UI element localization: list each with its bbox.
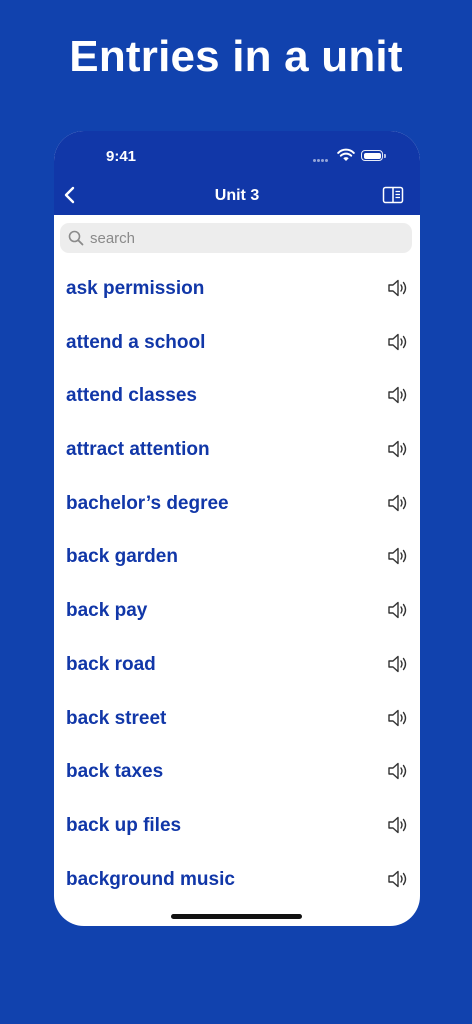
entry-list: ask permission attend a school attend cl… — [54, 263, 420, 907]
navigation-bar: 9:41 Unit 3 — [54, 131, 420, 215]
list-item[interactable]: back street — [54, 693, 420, 747]
entry-label: back garden — [66, 546, 178, 568]
entry-label: back road — [66, 653, 156, 675]
speaker-icon[interactable] — [387, 707, 409, 729]
entry-label: back up files — [66, 814, 182, 836]
list-item[interactable]: back taxes — [54, 746, 420, 800]
search-bar[interactable] — [60, 223, 412, 253]
list-item[interactable]: background music — [54, 854, 420, 908]
list-item[interactable]: attract attention — [54, 424, 420, 478]
speaker-icon[interactable] — [387, 868, 409, 890]
list-item[interactable]: back pay — [54, 585, 420, 639]
search-input[interactable] — [90, 223, 400, 253]
phone-screen: 9:41 Unit 3 ask permission — [54, 131, 420, 926]
speaker-icon[interactable] — [387, 331, 409, 353]
entry-label: back pay — [66, 600, 148, 622]
search-icon — [68, 230, 84, 246]
home-indicator[interactable] — [171, 914, 302, 919]
list-item[interactable]: back road — [54, 639, 420, 693]
list-item[interactable]: back garden — [54, 531, 420, 585]
entry-label: attend classes — [66, 385, 197, 407]
speaker-icon[interactable] — [387, 545, 409, 567]
speaker-icon[interactable] — [387, 760, 409, 782]
entry-label: ask permission — [66, 278, 205, 299]
list-item[interactable]: attend classes — [54, 370, 420, 424]
speaker-icon[interactable] — [387, 814, 409, 836]
battery-icon — [361, 150, 386, 161]
entry-label: bachelor’s degree — [66, 492, 229, 514]
speaker-icon[interactable] — [387, 653, 409, 675]
wifi-icon — [337, 148, 355, 161]
entry-label: back taxes — [66, 761, 164, 783]
list-item[interactable]: attend a school — [54, 317, 420, 371]
speaker-icon[interactable] — [387, 599, 409, 621]
list-item[interactable]: back up files — [54, 800, 420, 854]
list-item[interactable]: ask permission — [54, 263, 420, 317]
promo-headline: Entries in a unit — [69, 32, 403, 81]
speaker-icon[interactable] — [387, 492, 409, 514]
speaker-icon[interactable] — [387, 384, 409, 406]
page-title: Unit 3 — [214, 187, 260, 204]
speaker-icon[interactable] — [387, 277, 409, 299]
signal-dots-icon — [313, 159, 333, 162]
entry-label: attend a school — [66, 331, 206, 353]
entry-label: back street — [66, 707, 167, 729]
list-item[interactable]: bachelor’s degree — [54, 478, 420, 532]
speaker-icon[interactable] — [387, 438, 409, 460]
sidebar-toggle-icon[interactable] — [382, 186, 404, 204]
status-time: 9:41 — [106, 148, 137, 165]
entry-label: attract attention — [66, 439, 210, 461]
entry-label: background music — [66, 868, 235, 890]
